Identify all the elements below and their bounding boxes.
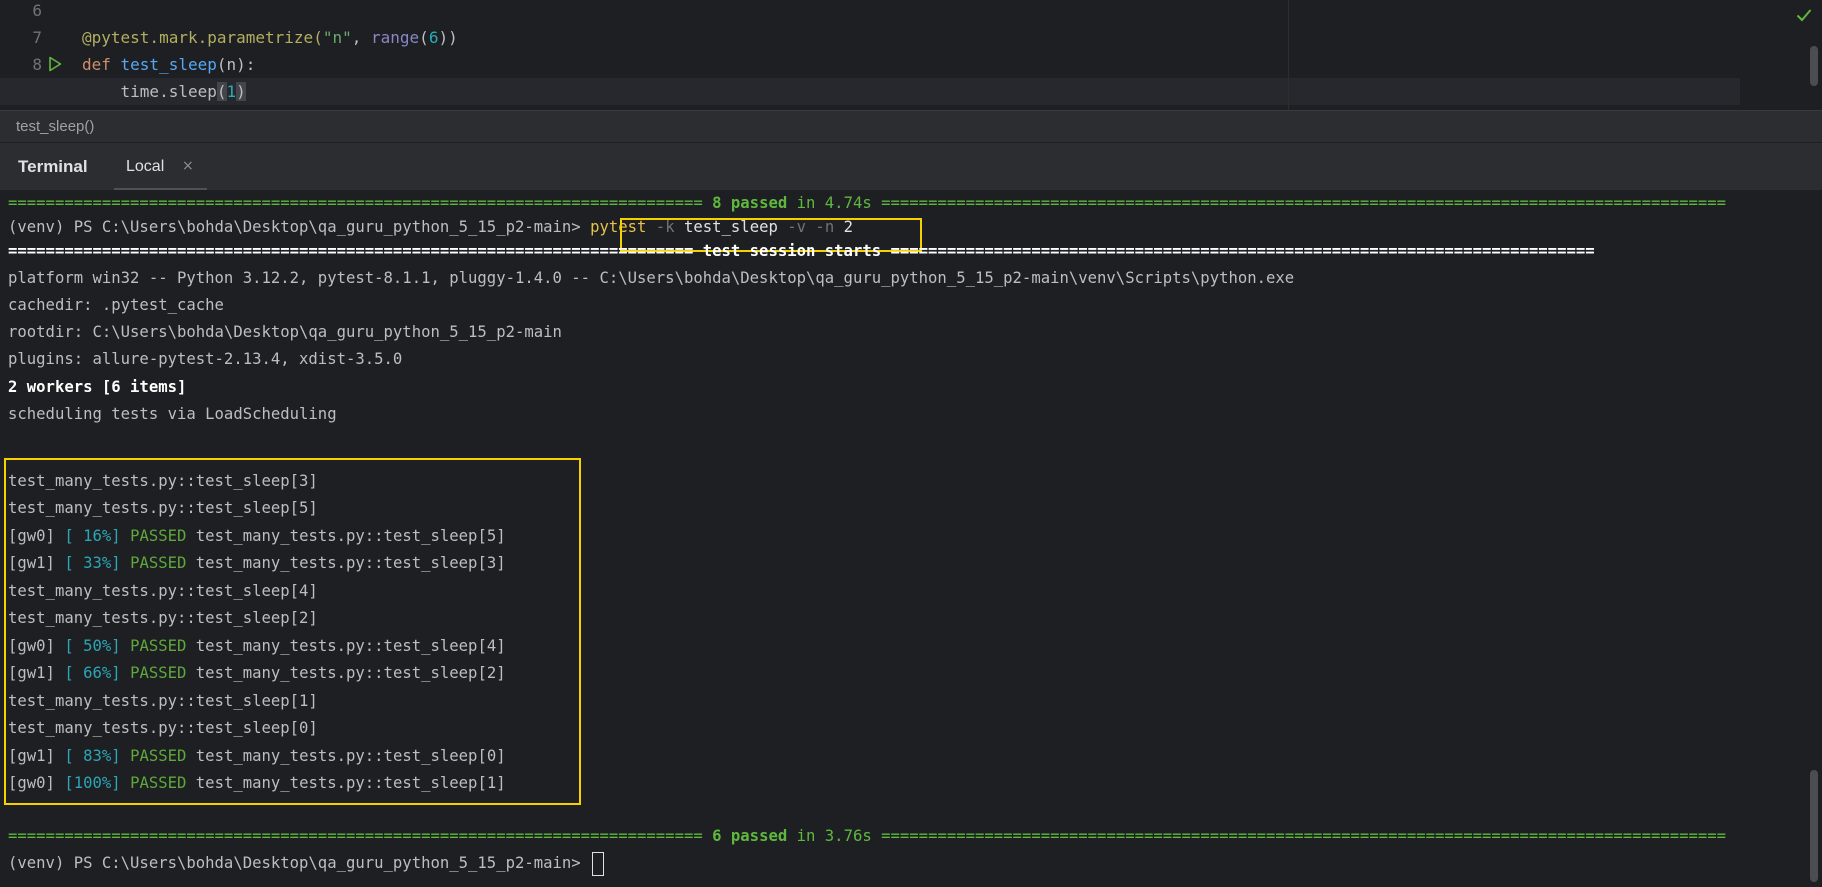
result-line: test_many_tests.py::test_sleep[3] xyxy=(8,472,318,490)
code-line: @pytest.mark.parametrize("n", range(6)) xyxy=(82,28,458,47)
line-number: 6 xyxy=(32,1,42,20)
terminal-cursor xyxy=(592,851,605,876)
result-line: [gw1] [ 33%] PASSED test_many_tests.py::… xyxy=(8,554,506,572)
terminal-scrollbar[interactable] xyxy=(1810,770,1818,882)
tab-label: Local xyxy=(126,158,165,175)
summary-line: ========================================… xyxy=(8,827,1727,845)
result-line: test_many_tests.py::test_sleep[1] xyxy=(8,692,318,710)
cachedir-line: cachedir: .pytest_cache xyxy=(8,296,224,314)
line-number: 8 xyxy=(32,55,42,74)
line-number: 7 xyxy=(32,28,42,47)
result-line: [gw0] [ 50%] PASSED test_many_tests.py::… xyxy=(8,637,506,655)
platform-line: platform win32 -- Python 3.12.2, pytest-… xyxy=(8,269,1295,287)
result-line: [gw0] [100%] PASSED test_many_tests.py::… xyxy=(8,774,506,792)
code-line-current: time.sleep(1) xyxy=(0,78,1740,105)
plugins-line: plugins: allure-pytest-2.13.4, xdist-3.5… xyxy=(8,350,403,368)
code-line: def test_sleep(n): xyxy=(82,55,256,74)
close-icon[interactable]: × xyxy=(182,159,196,173)
tab-local[interactable]: Local × xyxy=(112,143,207,191)
result-line: [gw0] [ 16%] PASSED test_many_tests.py::… xyxy=(8,527,506,545)
tool-window-title: Terminal xyxy=(18,157,88,176)
prompt-line[interactable]: (venv) PS C:\Users\bohda\Desktop\qa_guru… xyxy=(8,850,605,877)
workers-line: 2 workers [6 items] xyxy=(8,378,187,396)
result-line: [gw1] [ 66%] PASSED test_many_tests.py::… xyxy=(8,664,506,682)
right-margin-guide xyxy=(1288,0,1289,110)
code-editor[interactable]: 6 7 8 9 @pytest.mark.parametrize("n", ra… xyxy=(0,0,1822,110)
code-area[interactable]: @pytest.mark.parametrize("n", range(6)) … xyxy=(0,0,1740,110)
scheduling-line: scheduling tests via LoadScheduling xyxy=(8,405,337,423)
breadcrumb-item[interactable]: test_sleep() xyxy=(16,118,94,135)
check-icon[interactable] xyxy=(1796,8,1812,22)
result-line: test_many_tests.py::test_sleep[5] xyxy=(8,499,318,517)
result-line: test_many_tests.py::test_sleep[0] xyxy=(8,719,318,737)
rootdir-line: rootdir: C:\Users\bohda\Desktop\qa_guru_… xyxy=(8,323,562,341)
run-gutter-icon[interactable] xyxy=(48,56,62,72)
editor-scrollbar[interactable] xyxy=(1810,46,1818,86)
result-line: [gw1] [ 83%] PASSED test_many_tests.py::… xyxy=(8,747,506,765)
result-line: test_many_tests.py::test_sleep[2] xyxy=(8,609,318,627)
terminal-tool-header: Terminal Local × xyxy=(0,142,1822,191)
result-line: test_many_tests.py::test_sleep[4] xyxy=(8,582,318,600)
summary-line: ========================================… xyxy=(8,194,1727,212)
terminal-output[interactable]: ========================================… xyxy=(0,190,1822,887)
session-start-line: ========================================… xyxy=(8,242,1595,260)
breadcrumb: test_sleep() xyxy=(0,110,1822,142)
